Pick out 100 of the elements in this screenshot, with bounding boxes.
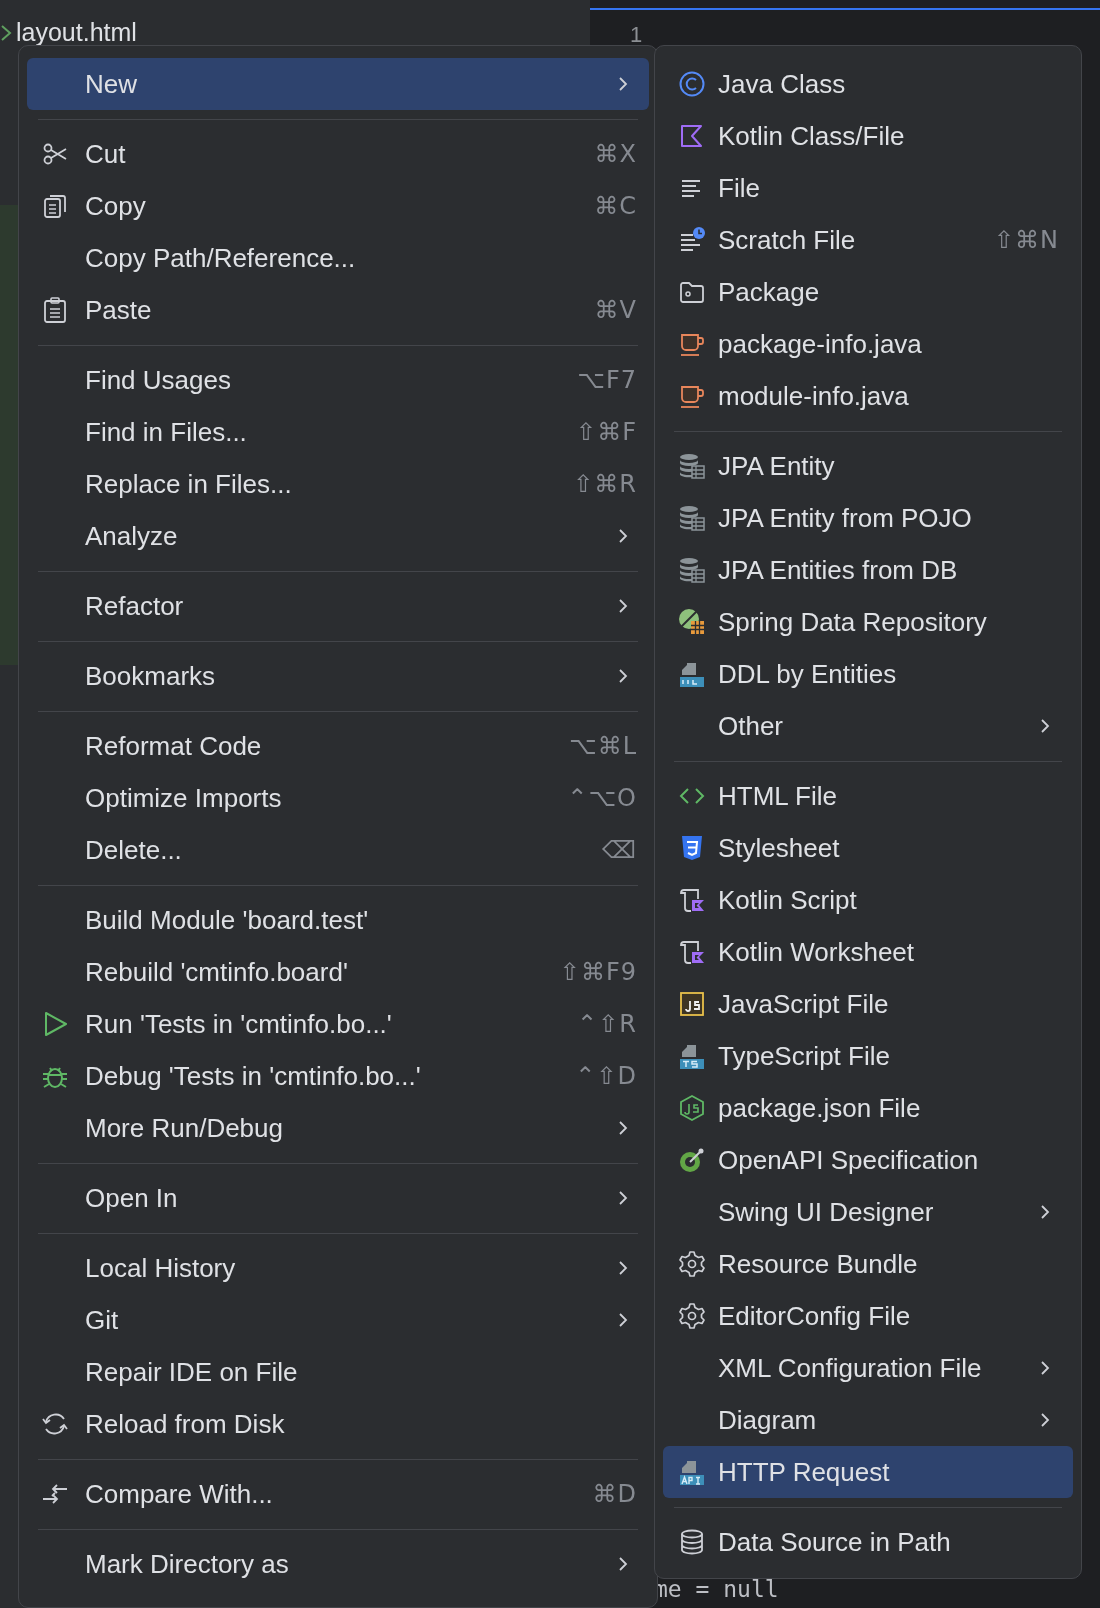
chevron-icon[interactable] [0, 22, 12, 43]
menu-item[interactable]: Reformat Code ⌥⌘L [27, 720, 649, 772]
shortcut-label: ⇧⌘R [573, 469, 637, 500]
menu-item[interactable]: package-info.java [663, 318, 1073, 370]
script-kotlin-icon [678, 938, 706, 966]
menu-label: Debug 'Tests in 'cmtinfo.bo...' [85, 1059, 421, 1093]
menu-label: JPA Entity from POJO [718, 501, 972, 535]
menu-item[interactable]: JPA Entity from POJO [663, 492, 1073, 544]
menu-item[interactable]: HTML File [663, 770, 1073, 822]
menu-item[interactable]: OpenAPI Specification [663, 1134, 1073, 1186]
menu-item[interactable]: Find Usages ⌥F7 [27, 354, 649, 406]
menu-label: More Run/Debug [85, 1111, 283, 1145]
menu-item[interactable]: Cut ⌘X [27, 128, 649, 180]
database-icon [678, 1528, 706, 1556]
menu-item[interactable]: JPA Entity [663, 440, 1073, 492]
menu-item[interactable]: DDL by Entities [663, 648, 1073, 700]
menu-item[interactable]: module-info.java [663, 370, 1073, 422]
menu-item[interactable]: Debug 'Tests in 'cmtinfo.bo...' ⌃⇧D [27, 1050, 649, 1102]
menu-item[interactable]: Find in Files... ⇧⌘F [27, 406, 649, 458]
menu-item[interactable]: Diagram [663, 1394, 1073, 1446]
menu-item[interactable]: Local History [27, 1242, 649, 1294]
menu-item[interactable]: package.json File [663, 1082, 1073, 1134]
menu-label: package-info.java [718, 327, 922, 361]
menu-item[interactable]: Kotlin Script [663, 874, 1073, 926]
menu-item[interactable]: Copy Path/Reference... [27, 232, 649, 284]
menu-label: JavaScript File [718, 987, 889, 1021]
class-icon [678, 70, 706, 98]
menu-item[interactable]: File [663, 162, 1073, 214]
menu-item[interactable]: Paste ⌘V [27, 284, 649, 336]
js-file-icon [678, 990, 706, 1018]
menu-label: Repair IDE on File [85, 1355, 298, 1389]
menu-label: Resource Bundle [718, 1247, 918, 1281]
menu-item[interactable]: Git [27, 1294, 649, 1346]
menu-label: Paste [85, 293, 152, 327]
gear-icon [678, 1302, 706, 1330]
menu-label: package.json File [718, 1091, 921, 1125]
menu-label: Mark Directory as [85, 1547, 289, 1581]
menu-item[interactable]: More Run/Debug [27, 1102, 649, 1154]
menu-label: New [85, 67, 137, 101]
menu-item[interactable]: Java Class [663, 58, 1073, 110]
menu-label: Rebuild 'cmtinfo.board' [85, 955, 348, 989]
menu-item[interactable]: EditorConfig File [663, 1290, 1073, 1342]
shortcut-label: ⌃⌥O [567, 783, 637, 814]
tree-item[interactable]: layout.html [16, 20, 137, 45]
shortcut-label: ⌘X [594, 139, 637, 170]
menu-item[interactable]: Swing UI Designer [663, 1186, 1073, 1238]
menu-label: Refactor [85, 589, 184, 623]
menu-label: OpenAPI Specification [718, 1143, 979, 1177]
menu-item[interactable]: Mark Directory as [27, 1538, 649, 1590]
menu-item[interactable]: Scratch File ⇧⌘N [663, 214, 1073, 266]
menu-label: Find in Files... [85, 415, 247, 449]
menu-item[interactable]: Kotlin Class/File [663, 110, 1073, 162]
menu-item[interactable]: Resource Bundle [663, 1238, 1073, 1290]
menu-item[interactable]: Bookmarks [27, 650, 649, 702]
menu-label: Package [718, 275, 820, 309]
menu-label: Git [85, 1303, 119, 1337]
shortcut-label: ⌘D [592, 1479, 637, 1510]
menu-label: Swing UI Designer [718, 1195, 934, 1229]
shortcut-label: ⇧⌘F [576, 417, 637, 448]
menu-item[interactable]: Build Module 'board.test' [27, 894, 649, 946]
menu-item[interactable]: Rebuild 'cmtinfo.board' ⇧⌘F9 [27, 946, 649, 998]
menu-item[interactable]: Open In [27, 1172, 649, 1224]
menu-label: Bookmarks [85, 659, 216, 693]
menu-item[interactable]: JPA Entities from DB [663, 544, 1073, 596]
menu-item[interactable]: Package [663, 266, 1073, 318]
menu-item[interactable]: Analyze [27, 510, 649, 562]
shortcut-label: ⌥F7 [577, 365, 637, 396]
menu-item[interactable]: Replace in Files... ⇧⌘R [27, 458, 649, 510]
menu-label: DDL by Entities [718, 657, 897, 691]
menu-item[interactable]: Delete... ⌫ [27, 824, 649, 876]
copy-icon [41, 192, 69, 220]
menu-item[interactable]: Stylesheet [663, 822, 1073, 874]
menu-item[interactable]: Copy ⌘C [27, 180, 649, 232]
menu-item[interactable]: XML Configuration File [663, 1342, 1073, 1394]
menu-item[interactable]: Spring Data Repository [663, 596, 1073, 648]
menu-label: Scratch File [718, 223, 856, 257]
menu-item[interactable]: Data Source in Path [663, 1516, 1073, 1568]
menu-item[interactable]: New [27, 58, 649, 110]
menu-label: Local History [85, 1251, 236, 1285]
menu-item[interactable]: HTTP Request [663, 1446, 1073, 1498]
menu-item[interactable]: Other [663, 700, 1073, 752]
menu-item[interactable]: Repair IDE on File [27, 1346, 649, 1398]
menu-item[interactable]: Run 'Tests in 'cmtinfo.bo...' ⌃⇧R [27, 998, 649, 1050]
menu-item[interactable]: Optimize Imports ⌃⌥O [27, 772, 649, 824]
menu-label: Kotlin Worksheet [718, 935, 915, 969]
menu-label: Copy [85, 189, 146, 223]
script-kotlin-icon [678, 886, 706, 914]
menu-item[interactable]: Kotlin Worksheet [663, 926, 1073, 978]
menu-label: Other [718, 709, 784, 743]
menu-item[interactable]: Reload from Disk [27, 1398, 649, 1450]
menu-item[interactable]: TypeScript File [663, 1030, 1073, 1082]
menu-item[interactable]: JavaScript File [663, 978, 1073, 1030]
menu-item[interactable]: Compare With... ⌘D [27, 1468, 649, 1520]
menu-label: Run 'Tests in 'cmtinfo.bo...' [85, 1007, 392, 1041]
menu-item[interactable]: Refactor [27, 580, 649, 632]
menu-label: Stylesheet [718, 831, 840, 865]
menu-label: Diagram [718, 1403, 817, 1437]
menu-label: Reload from Disk [85, 1407, 285, 1441]
menu-label: XML Configuration File [718, 1351, 982, 1385]
database-table-icon [678, 452, 706, 480]
